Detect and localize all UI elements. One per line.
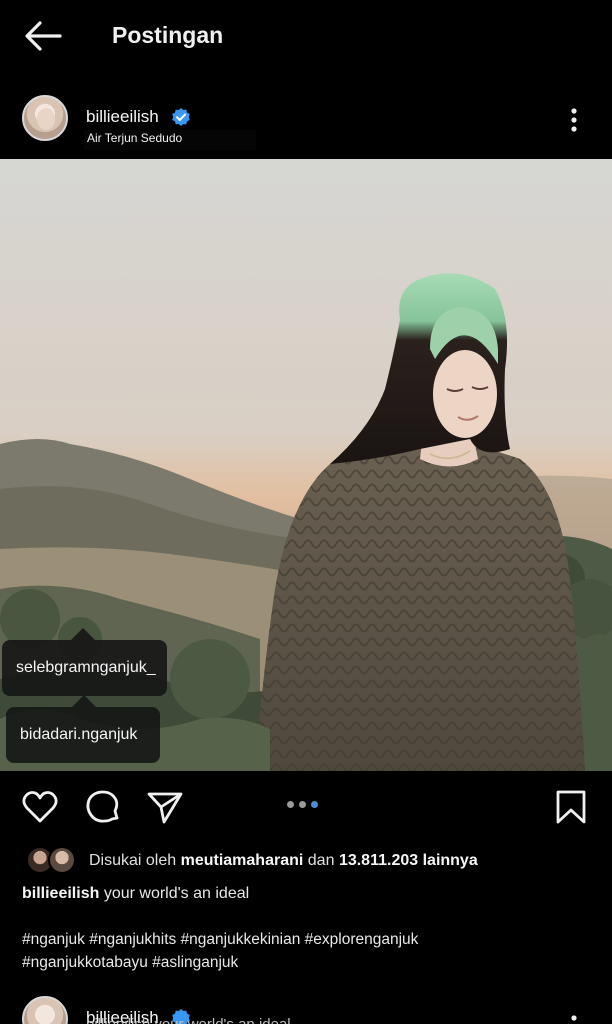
save-button[interactable] <box>552 788 590 826</box>
hashtags: #nganjuk #nganjukhits #nganjukkekinian #… <box>22 928 582 974</box>
back-button[interactable] <box>22 18 64 54</box>
avatar[interactable] <box>22 996 68 1024</box>
comment-icon <box>86 790 119 823</box>
top-bar: Postingan <box>0 0 612 72</box>
next-post-header: billieeilish billieeilish your world's a… <box>0 992 612 1024</box>
avatar[interactable] <box>22 95 68 141</box>
send-icon <box>147 792 183 824</box>
liker-avatar <box>48 846 76 874</box>
heart-icon <box>22 791 58 823</box>
liker-username[interactable]: meutiamaharani <box>181 852 304 869</box>
caption-username[interactable]: billieeilish <box>22 885 99 902</box>
action-bar <box>0 780 612 832</box>
share-button[interactable] <box>146 788 184 826</box>
user-tag[interactable]: bidadari.nganjuk <box>6 707 160 763</box>
more-vertical-icon <box>571 108 577 132</box>
more-options-button[interactable] <box>562 106 586 134</box>
post-header: billieeilish Air Terjun Sedudo <box>0 90 612 150</box>
hashtag-line[interactable]: #nganjuk #nganjukhits #nganjukkekinian #… <box>22 928 582 951</box>
hashtag-line[interactable]: #nganjukkotabayu #aslinganjuk <box>22 951 582 974</box>
carousel-indicator <box>287 801 318 808</box>
next-caption-text: billieeilish your world's an ideal <box>86 1016 291 1024</box>
more-options-button[interactable] <box>562 1004 586 1024</box>
post-location[interactable]: Air Terjun Sedudo <box>84 130 256 150</box>
bookmark-icon <box>556 790 586 824</box>
post-username[interactable]: billieeilish <box>86 107 159 127</box>
more-vertical-icon <box>571 1015 577 1021</box>
verified-badge-icon <box>172 108 190 126</box>
carousel-dot-active <box>311 801 318 808</box>
post-caption: billieeilish your world's an ideal <box>22 885 249 903</box>
arrow-left-icon <box>25 21 62 51</box>
comment-button[interactable] <box>84 788 122 826</box>
page-title: Postingan <box>112 22 224 48</box>
carousel-dot <box>287 801 294 808</box>
likes-row[interactable]: Disukai oleh meutiamaharani dan 13.811.2… <box>0 845 612 875</box>
likes-count[interactable]: 13.811.203 <box>339 852 418 869</box>
likes-text: Disukai oleh meutiamaharani dan 13.811.2… <box>89 852 478 869</box>
carousel-dot <box>299 801 306 808</box>
like-button[interactable] <box>21 788 59 826</box>
caption-text: your world's an ideal <box>103 885 250 902</box>
user-tag[interactable]: selebgramnganjuk_ <box>2 640 167 696</box>
